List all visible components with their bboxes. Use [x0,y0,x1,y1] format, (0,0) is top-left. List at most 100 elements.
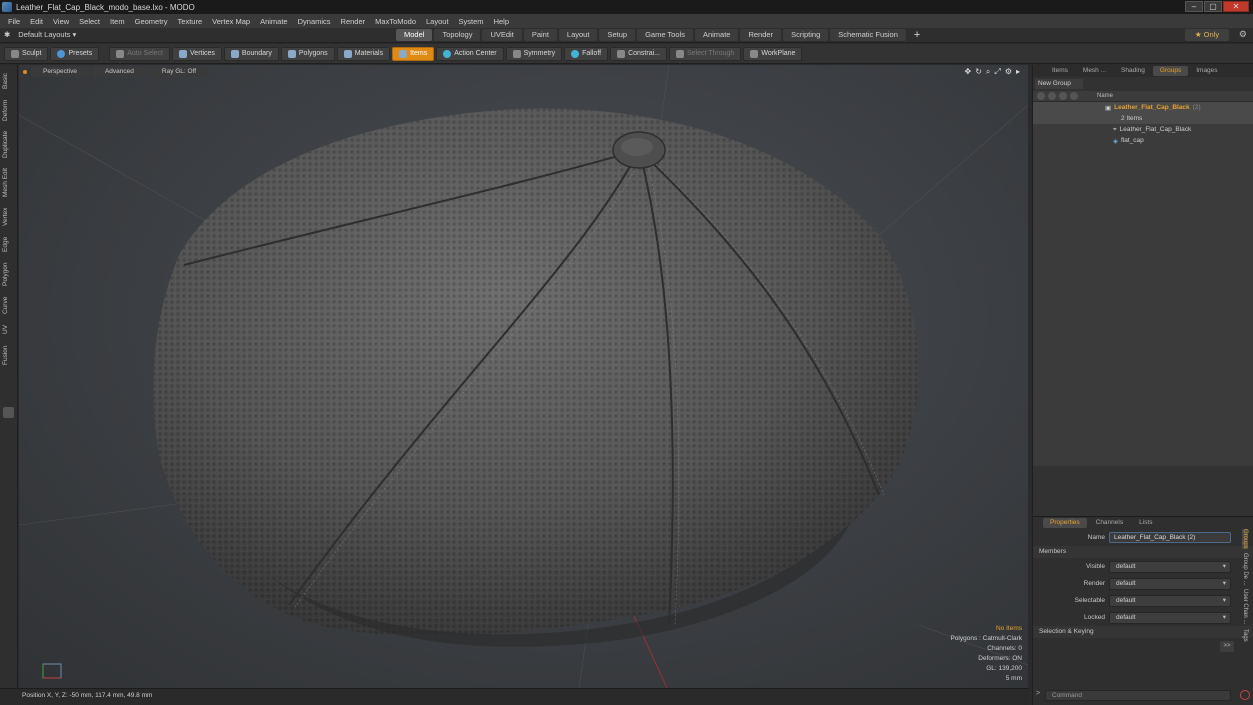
vtab-curve[interactable]: Curve [2,293,15,317]
close-button[interactable]: ✕ [1223,1,1249,12]
render-column-icon[interactable] [1048,92,1056,100]
tab-layout[interactable]: Layout [558,29,598,41]
tab-animate[interactable]: Animate [694,29,739,41]
selection-keying-section[interactable]: Selection & Keying [1033,626,1253,638]
tab-setup[interactable]: Setup [599,29,636,41]
tab-model[interactable]: Model [396,29,433,41]
vtab-polygon[interactable]: Polygon [2,259,15,289]
gear-icon[interactable]: ⚙ [1239,29,1247,40]
rotate-view-icon[interactable]: ↻ [975,67,982,77]
new-group-button[interactable]: New Group [1035,79,1083,89]
tab-schematic-fusion[interactable]: Schematic Fusion [830,29,906,41]
lock-column-icon[interactable] [1070,92,1078,100]
leather-cap-model[interactable] [153,108,919,647]
record-icon[interactable] [1240,690,1250,700]
expand-button[interactable]: >> [1220,641,1234,652]
name-field[interactable]: Leather_Flat_Cap_Black (2) [1109,532,1231,543]
tab-render[interactable]: Render [740,29,782,41]
side-tab-tags[interactable]: Tags [1242,629,1248,642]
vtab-deform[interactable]: Deform [2,95,15,125]
tab-properties[interactable]: Properties [1043,518,1087,528]
tab-channels[interactable]: Channels [1089,518,1130,528]
select-through-button[interactable]: Select Through [668,46,742,61]
menu-geometry[interactable]: Geometry [130,17,173,26]
locked-select[interactable]: default [1109,611,1231,624]
side-tab-groups[interactable]: Groups [1242,529,1248,549]
vtab-uv[interactable]: UV [2,321,15,337]
viewport-settings-icon[interactable]: ⚙ [1005,67,1012,77]
tab-scripting[interactable]: Scripting [783,29,829,41]
tree-row-group[interactable]: ▣ Leather_Flat_Cap_Black (2) [1033,102,1253,113]
items-button[interactable]: Items [392,46,435,61]
menu-vertex-map[interactable]: Vertex Map [207,17,255,26]
tree-row-mesh[interactable]: ◈ flat_cap [1033,135,1253,146]
vtab-duplicate[interactable]: Duplicate [2,127,15,161]
vtab-mesh-edit[interactable]: Mesh Edit [2,165,15,201]
menu-view[interactable]: View [48,17,74,26]
boundary-button[interactable]: Boundary [223,46,279,61]
view-type-dropdown[interactable]: Perspective [31,66,89,77]
fit-view-icon[interactable]: ⤢ [994,67,1000,77]
maximize-button[interactable]: ▢ [1204,1,1222,12]
3d-viewport[interactable]: Perspective Advanced Ray GL: Off ✥ ↻ ⌕ ⤢… [19,65,1028,688]
symmetry-button[interactable]: Symmetry [505,46,563,61]
select-column-icon[interactable] [1059,92,1067,100]
members-section[interactable]: Members [1033,546,1253,558]
vtab-vertex[interactable]: Vertex [2,205,15,229]
tab-uvedit[interactable]: UVEdit [482,29,522,41]
visibility-column-icon[interactable] [1037,92,1045,100]
menu-layout[interactable]: Layout [421,17,454,26]
strip-toggle-icon[interactable] [3,407,14,418]
side-tab-group-details[interactable]: Group De ... [1242,553,1248,586]
command-input[interactable]: Command [1045,690,1231,701]
render-select[interactable]: default [1109,577,1231,590]
side-tab-user-channels[interactable]: User Chan ... [1242,589,1248,624]
tab-shading[interactable]: Shading [1114,66,1152,76]
sculpt-button[interactable]: Sculpt [4,46,49,61]
raygl-dropdown[interactable]: Ray GL: Off [149,66,209,77]
materials-button[interactable]: Materials [336,46,391,61]
zoom-view-icon[interactable]: ⌕ [986,67,990,77]
menu-animate[interactable]: Animate [255,17,293,26]
vtab-basic[interactable]: Basic [2,69,15,93]
polygons-button[interactable]: Polygons [280,46,335,61]
layouts-dropdown[interactable]: Default Layouts ▾ [18,30,76,39]
vtab-edge[interactable]: Edge [2,233,15,255]
viewport-menu-dot-icon[interactable] [23,69,27,74]
constraints-button[interactable]: Constrai... [610,46,667,61]
vtab-fusion[interactable]: Fusion [2,341,15,369]
menu-maxtomodo[interactable]: MaxToModo [370,17,421,26]
menu-help[interactable]: Help [489,17,514,26]
tab-groups[interactable]: Groups [1152,66,1189,76]
add-tab-icon[interactable]: + [914,29,920,41]
tree-row-locator[interactable]: ⌖ Leather_Flat_Cap_Black [1033,124,1253,135]
minimize-button[interactable]: – [1185,1,1203,12]
falloff-button[interactable]: Falloff [564,46,609,61]
tab-lists[interactable]: Lists [1132,518,1159,528]
visible-select[interactable]: default [1109,560,1231,573]
viewport-more-icon[interactable]: ▸ [1016,67,1020,77]
tab-topology[interactable]: Topology [434,29,481,41]
only-toggle[interactable]: ★ Only [1185,29,1229,41]
menu-select[interactable]: Select [74,17,105,26]
tab-paint[interactable]: Paint [523,29,557,41]
tab-mesh[interactable]: Mesh ... [1076,66,1113,76]
pin-icon[interactable]: ✱ [4,30,10,39]
menu-file[interactable]: File [3,17,25,26]
menu-item[interactable]: Item [105,17,130,26]
tab-game-tools[interactable]: Game Tools [637,29,693,41]
auto-select-button[interactable]: Auto Select [109,46,171,61]
tab-items[interactable]: Items [1045,66,1075,76]
menu-dynamics[interactable]: Dynamics [293,17,336,26]
presets-button[interactable]: Presets [50,46,100,61]
menu-render[interactable]: Render [336,17,371,26]
menu-edit[interactable]: Edit [25,17,48,26]
workplane-button[interactable]: WorkPlane [743,46,803,61]
menu-system[interactable]: System [454,17,489,26]
selectable-select[interactable]: default [1109,594,1231,607]
action-center-button[interactable]: Action Center [436,46,504,61]
vertices-button[interactable]: Vertices [172,46,222,61]
tab-images[interactable]: Images [1189,66,1224,76]
move-view-icon[interactable]: ✥ [965,67,972,77]
advanced-dropdown[interactable]: Advanced [92,66,146,77]
